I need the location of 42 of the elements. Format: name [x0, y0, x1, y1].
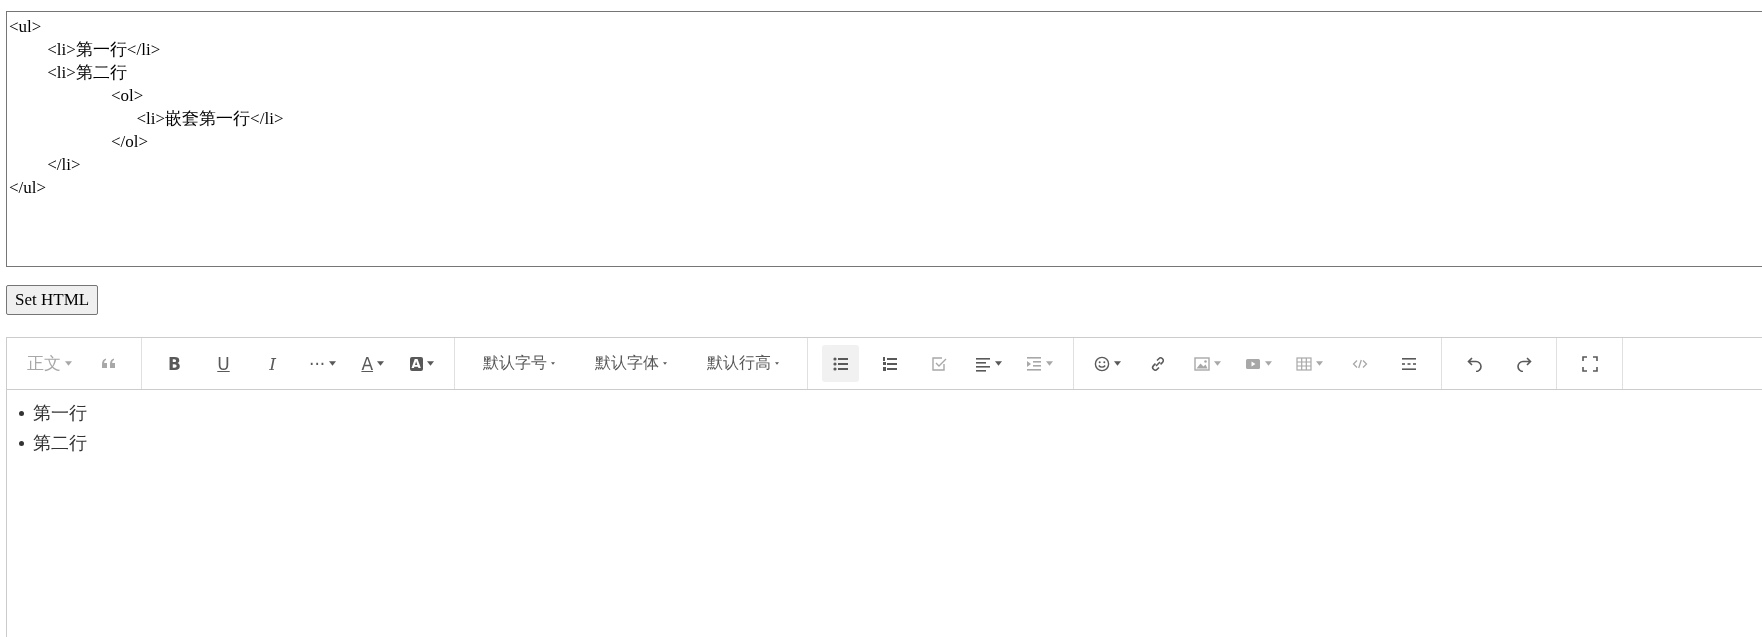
smiley-icon: [1094, 355, 1111, 372]
caret-icon: [65, 361, 72, 366]
fullscreen-icon: [1581, 355, 1598, 372]
redo-icon: [1515, 355, 1532, 372]
numbered-list-icon: [881, 355, 898, 372]
bullet-icon: [19, 440, 24, 446]
caret-icon: [663, 362, 668, 365]
bulleted-list-button[interactable]: [822, 345, 860, 382]
caret-icon: [426, 361, 434, 366]
checkbox-icon: [930, 355, 947, 372]
caret-icon: [551, 362, 556, 365]
caret-icon: [1316, 361, 1324, 366]
link-icon: [1149, 355, 1166, 372]
divider-icon: [1400, 355, 1417, 372]
table-icon: [1296, 355, 1313, 372]
align-left-icon: [975, 355, 992, 372]
caret-icon: [1214, 361, 1222, 366]
html-source-field[interactable]: <ul> <li>第一行</li> <li>第二行 <ol> <li>嵌套第一行</li> </ol> </li> </ul>: [6, 11, 1762, 267]
undo-icon: [1466, 355, 1483, 372]
bullet-icon: [19, 410, 24, 416]
caret-icon: [775, 362, 780, 365]
underline-button[interactable]: U: [205, 345, 242, 382]
image-icon: [1194, 355, 1211, 372]
caret-icon: [329, 361, 337, 366]
set-html-button[interactable]: Set HTML: [6, 285, 99, 315]
caret-icon: [1046, 361, 1054, 366]
font-menu-dropdown[interactable]: 默认字体: [581, 345, 682, 382]
list-item-text: 第二行: [33, 431, 87, 455]
caret-icon: [995, 361, 1003, 366]
more-styles-button[interactable]: ···: [303, 345, 343, 382]
font-color-button[interactable]: A: [354, 345, 392, 382]
caret-icon: [1114, 361, 1122, 366]
caret-icon: [1265, 361, 1273, 366]
font-menu-dropdown[interactable]: 默认行高: [693, 345, 794, 382]
caret-icon: [377, 361, 385, 366]
bold-button[interactable]: B: [156, 345, 193, 382]
background-color-button[interactable]: A: [403, 345, 441, 382]
font-menu-dropdown[interactable]: 默认字号: [469, 345, 570, 382]
indent-icon: [1026, 355, 1043, 372]
italic-button[interactable]: I: [254, 345, 291, 382]
list-item-text: 第一行: [33, 401, 87, 425]
bulleted-list-icon: [832, 355, 849, 372]
